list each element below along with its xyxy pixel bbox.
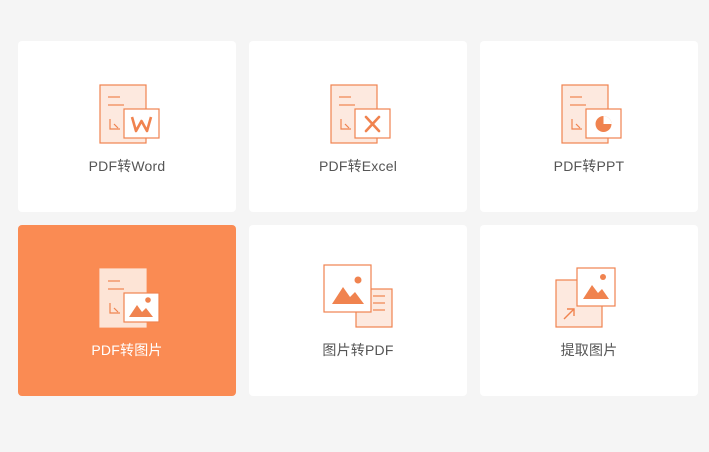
tool-grid: PDF转Word PDF转Excel PDF转PPT PDF转图片 图片转PDF… [18,41,698,396]
tool-label: 图片转PDF [322,342,394,358]
tool-card-pdf-to-word[interactable]: PDF转Word [18,41,236,212]
image-to-pdf-icon [323,263,393,329]
pdf-to-ppt-icon [554,79,624,145]
tool-label: 提取图片 [560,342,618,358]
tool-card-image-to-pdf[interactable]: 图片转PDF [249,225,467,396]
tool-card-pdf-to-excel[interactable]: PDF转Excel [249,41,467,212]
extract-image-icon [554,263,624,329]
tool-label: PDF转Excel [318,158,398,174]
tool-card-pdf-to-ppt[interactable]: PDF转PPT [480,41,698,212]
pdf-to-excel-icon [323,79,393,145]
tool-label: PDF转Word [88,158,166,174]
pdf-to-image-icon [92,263,162,329]
pdf-to-word-icon [92,79,162,145]
tool-card-pdf-to-image[interactable]: PDF转图片 [18,225,236,396]
tool-label: PDF转图片 [91,342,163,358]
tool-label: PDF转PPT [553,158,625,174]
tool-card-extract-image[interactable]: 提取图片 [480,225,698,396]
